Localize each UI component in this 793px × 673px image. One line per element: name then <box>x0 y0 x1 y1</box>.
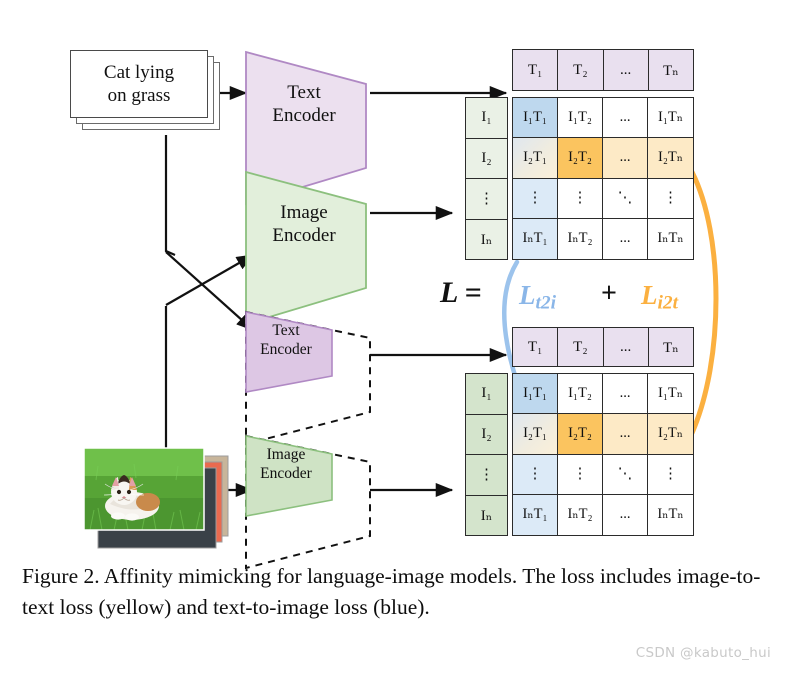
matrix-cell: I₂T₂ <box>558 414 603 455</box>
matrix-cell: ... <box>603 414 648 455</box>
matrix-cell: ⋮ <box>513 454 558 495</box>
matrix-cell: I₂T₁ <box>513 414 558 455</box>
image-label-cell: ⋮ <box>466 455 507 496</box>
text-header-cell: T₂ <box>558 328 604 366</box>
image-label-cell: I₁ <box>466 374 507 415</box>
matrix-cell: IₙT₂ <box>558 494 603 535</box>
matrix-cell: ⋱ <box>603 454 648 495</box>
matrix-cell: I₁T₁ <box>513 374 558 415</box>
text-header-cell: ... <box>603 328 649 366</box>
matrix-cell: IₙT₁ <box>513 494 558 535</box>
matrix-cell: ⋮ <box>558 454 603 495</box>
matrix-cell: I₁T₂ <box>558 374 603 415</box>
watermark: CSDN @kabuto_hui <box>635 645 771 661</box>
matrix-cell: ... <box>603 494 648 535</box>
matrix-cell: ... <box>603 374 648 415</box>
student-matrix-grid: I₁T₁ I₁T₂ ... I₁Tₙ I₂T₁ I₂T₂ ... I₂Tₙ ⋮ … <box>512 373 694 536</box>
figure-affinity-mimicking: Cat lying on grass Text Encoder Image En… <box>0 0 793 673</box>
student-matrix-image-column: I₁ I₂ ⋮ Iₙ <box>465 373 508 536</box>
matrix-cell: IₙTₙ <box>648 494 693 535</box>
text-header-cell: Tₙ <box>648 328 693 366</box>
text-header-cell: T₁ <box>513 328 559 366</box>
student-affinity-matrix: T₁ T₂ ... Tₙ I₁ I₂ ⋮ Iₙ I₁T₁ I₁T₂ ... I₁… <box>0 0 793 560</box>
student-matrix-text-header: T₁ T₂ ... Tₙ <box>512 327 694 367</box>
matrix-cell: I₁Tₙ <box>648 374 693 415</box>
figure-caption: Figure 2. Affinity mimicking for languag… <box>22 564 761 619</box>
image-label-cell: I₂ <box>466 415 507 455</box>
image-label-cell: Iₙ <box>480 507 493 524</box>
matrix-cell: I₂Tₙ <box>648 414 693 455</box>
matrix-cell: ⋮ <box>648 454 693 495</box>
